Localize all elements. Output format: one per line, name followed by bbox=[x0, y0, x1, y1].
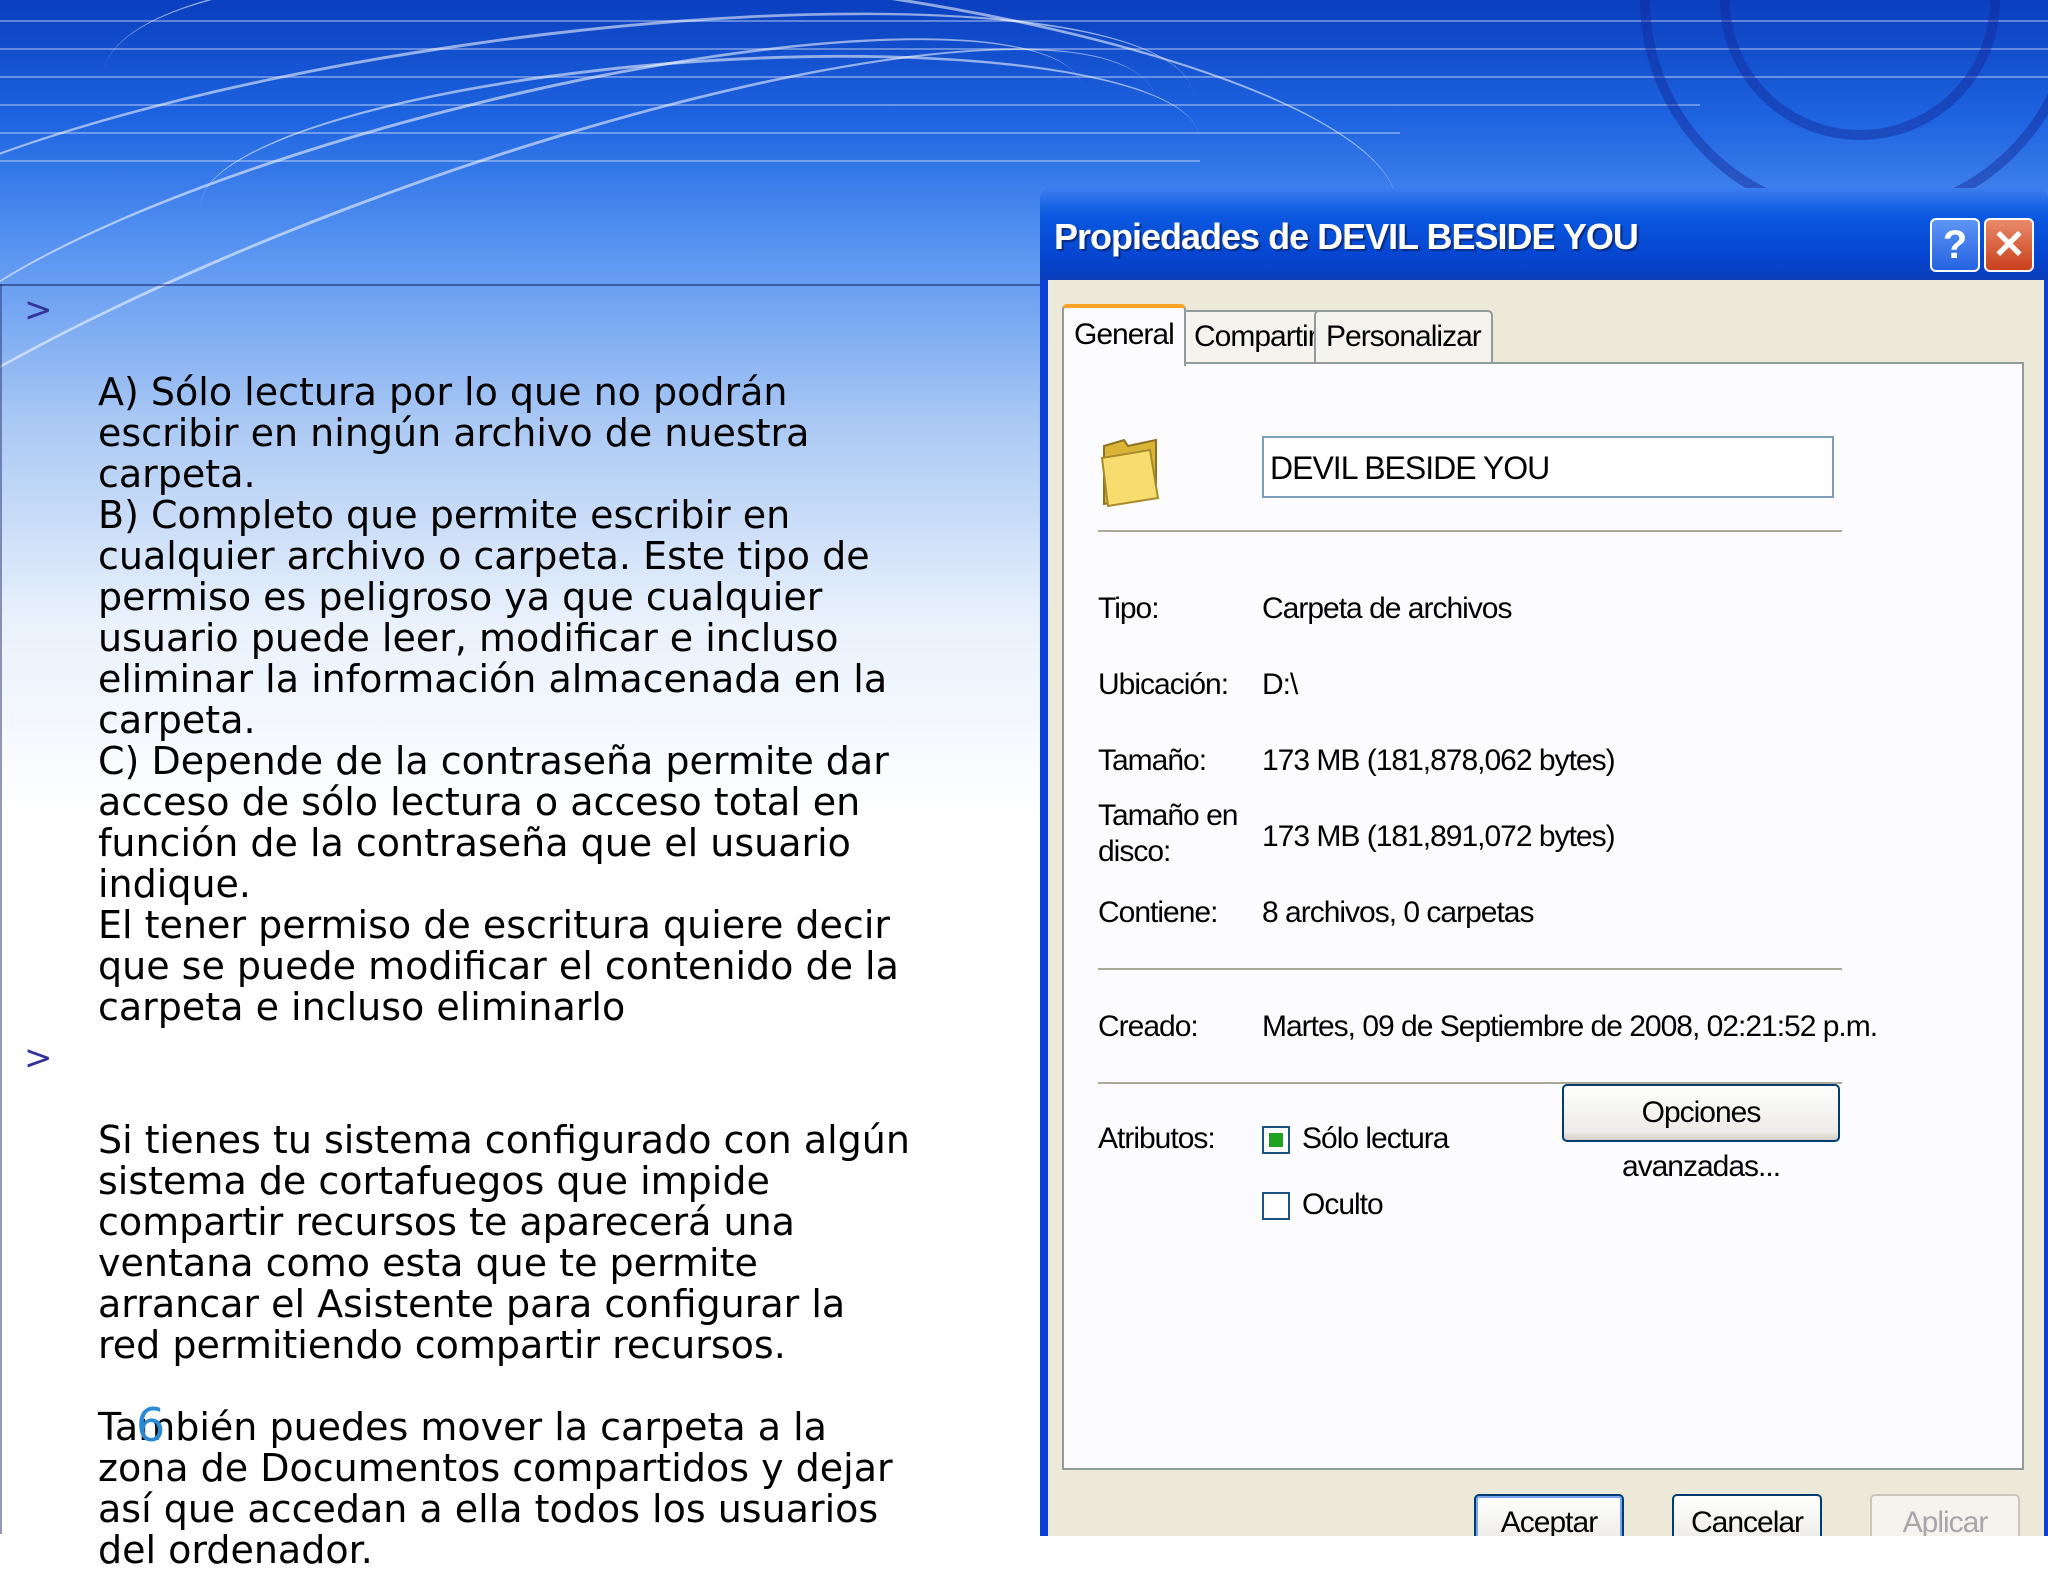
location-label: Ubicación: bbox=[1098, 668, 1229, 701]
bullet-item: > A) Sólo lectura por lo que no podrán e… bbox=[0, 290, 1030, 1028]
folder-icon bbox=[1100, 438, 1160, 508]
dialog-titlebar[interactable]: Propiedades de DEVIL BESIDE YOU ? ✕ bbox=[1040, 188, 2048, 280]
bullet-arrow-icon: > bbox=[24, 1038, 53, 1078]
folder-name-input[interactable]: DEVIL BESIDE YOU bbox=[1262, 436, 1834, 498]
created-label: Creado: bbox=[1098, 1010, 1199, 1043]
tab-personalizar[interactable]: Personalizar bbox=[1314, 310, 1493, 362]
bullet-arrow-icon: > bbox=[24, 290, 53, 330]
disk-size-value: 173 MB (181,891,072 bytes) bbox=[1262, 820, 1616, 853]
dialog-client-area: General Compartir Personalizar DEVIL BES… bbox=[1048, 280, 2044, 1536]
readonly-checkbox[interactable] bbox=[1262, 1126, 1290, 1154]
type-value: Carpeta de archivos bbox=[1262, 592, 1512, 625]
hidden-label[interactable]: Oculto bbox=[1302, 1186, 1384, 1224]
advanced-options-button[interactable]: Opciones avanzadas... bbox=[1562, 1084, 1840, 1183]
created-value: Martes, 09 de Septiembre de 2008, 02:21:… bbox=[1262, 1010, 1878, 1043]
hidden-checkbox[interactable] bbox=[1262, 1192, 1290, 1220]
bullet-text: A) Sólo lectura por lo que no podrán esc… bbox=[98, 370, 899, 1029]
bullet-item: > Si tienes tu sistema configurado con a… bbox=[0, 1038, 1030, 1571]
close-button[interactable]: ✕ bbox=[1984, 218, 2034, 272]
location-value: D:\ bbox=[1262, 668, 1298, 701]
apply-button[interactable]: Aplicar bbox=[1870, 1494, 2020, 1536]
contains-value: 8 archivos, 0 carpetas bbox=[1262, 896, 1534, 929]
dialog-title: Propiedades de DEVIL BESIDE YOU bbox=[1054, 216, 1639, 257]
contains-label: Contiene: bbox=[1098, 896, 1218, 929]
slide-body: > A) Sólo lectura por lo que no podrán e… bbox=[0, 290, 1030, 1571]
properties-dialog: Propiedades de DEVIL BESIDE YOU ? ✕ Gene… bbox=[1040, 188, 2048, 1536]
type-label: Tipo: bbox=[1098, 592, 1160, 625]
size-label: Tamaño: bbox=[1098, 744, 1207, 777]
bullet-text: Si tienes tu sistema configurado con alg… bbox=[98, 1118, 910, 1572]
ok-button[interactable]: Aceptar bbox=[1474, 1494, 1624, 1536]
size-value: 173 MB (181,878,062 bytes) bbox=[1262, 744, 1616, 777]
slide-divider-line bbox=[0, 284, 1045, 286]
separator bbox=[1098, 530, 1842, 533]
tab-general[interactable]: General bbox=[1062, 304, 1186, 366]
readonly-label[interactable]: Sólo lectura bbox=[1302, 1120, 1449, 1158]
help-button[interactable]: ? bbox=[1930, 218, 1980, 272]
separator bbox=[1098, 968, 1842, 971]
general-tab-panel: DEVIL BESIDE YOU Tipo: Carpeta de archiv… bbox=[1062, 362, 2024, 1470]
disk-size-label: Tamaño en disco: bbox=[1098, 799, 1238, 868]
cancel-button[interactable]: Cancelar bbox=[1672, 1494, 1822, 1536]
slide-page-number: 6 bbox=[136, 1398, 166, 1452]
tab-compartir[interactable]: Compartir bbox=[1182, 310, 1329, 362]
attributes-label: Atributos: bbox=[1098, 1122, 1216, 1155]
